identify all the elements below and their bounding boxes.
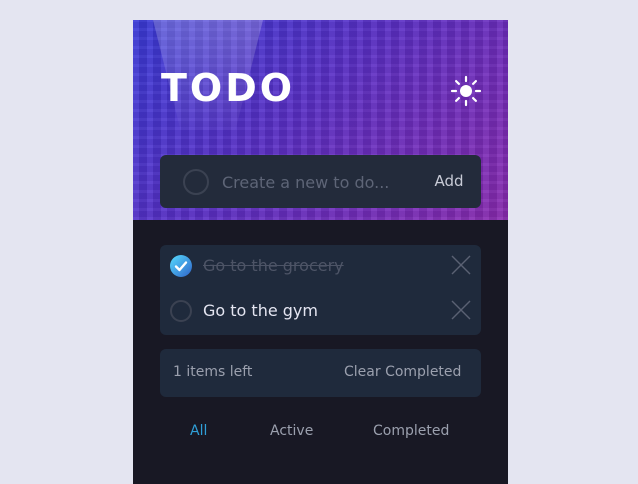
filter-active[interactable]: Active [270,423,313,439]
clear-completed-button[interactable]: Clear Completed [344,364,461,380]
todo-text: Go to the grocery [203,256,344,275]
close-icon [451,300,471,320]
app-title: TODO [161,66,296,110]
list-item: Go to the grocery [160,245,481,290]
check-icon [174,261,188,272]
todo-list: Go to the grocery Go to the gym [160,245,481,335]
list-item: Go to the gym [160,290,481,335]
theme-toggle-button[interactable] [449,74,483,108]
add-button[interactable]: Add [426,170,472,192]
items-left-count: 1 items left [173,364,253,380]
create-todo-input[interactable] [220,167,424,197]
list-footer: 1 items left Clear Completed [160,349,481,397]
completed-checkbox[interactable] [170,300,192,322]
delete-todo-button[interactable] [450,299,472,321]
create-todo-circle [183,169,209,195]
todo-text: Go to the gym [203,301,318,320]
create-todo-bar: Add [160,155,481,208]
filter-completed[interactable]: Completed [373,423,449,439]
header-banner: TODO Add [133,20,508,220]
todo-app: TODO Add [133,20,508,484]
filter-bar: All Active Completed [133,420,508,444]
completed-checkbox[interactable] [170,255,192,277]
filter-all[interactable]: All [190,423,207,439]
delete-todo-button[interactable] [450,254,472,276]
close-icon [451,255,471,275]
sun-icon [450,75,482,107]
